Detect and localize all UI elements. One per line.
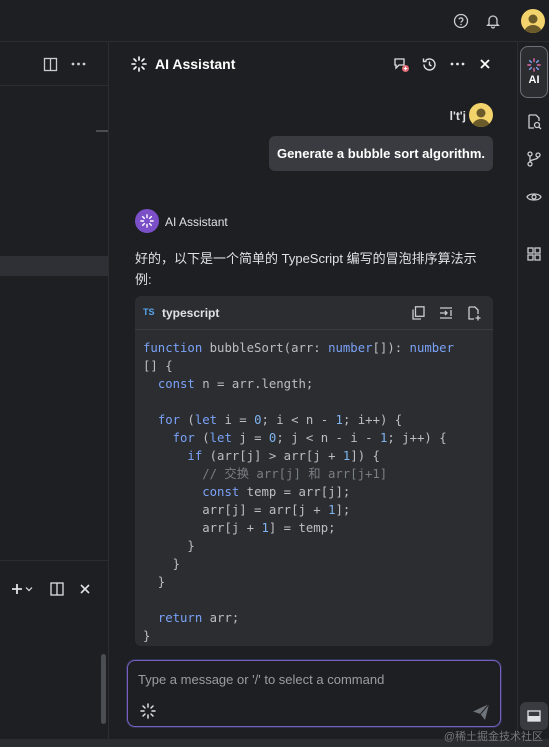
selected-row[interactable] (0, 256, 108, 276)
panel-title: AI Assistant (155, 56, 236, 72)
more-icon[interactable] (68, 54, 88, 74)
ai-sparkle-icon (140, 214, 154, 228)
tool-window-strip: AI (517, 42, 549, 747)
editor-pane (0, 42, 109, 747)
split-view-icon[interactable] (48, 579, 66, 599)
code-line: for (let i = 0; i < n - 1; i++) { (157, 413, 403, 427)
ai-sparkle-icon (527, 58, 541, 72)
user-avatar[interactable] (521, 9, 545, 33)
close-icon[interactable] (76, 579, 94, 599)
code-line: } (143, 629, 151, 643)
watermark: @稀土掘金技术社区 (443, 731, 543, 743)
typescript-badge-icon: TS (143, 307, 155, 317)
code-line: return arr; (157, 611, 240, 625)
git-branch-icon[interactable] (526, 151, 542, 167)
ai-avatar (135, 209, 159, 233)
code-line: function bubbleSort(arr: number[]): numb… (143, 341, 454, 355)
more-icon[interactable] (447, 54, 467, 74)
panel-header: AI Assistant (116, 42, 510, 86)
code-line: arr[j] = arr[j + 1]; (143, 503, 351, 517)
ai-tool-label: AI (528, 74, 540, 86)
scrollbar-vertical[interactable] (101, 654, 106, 724)
code-language: typescript (162, 306, 220, 320)
copy-icon[interactable] (410, 305, 426, 321)
file-search-icon[interactable] (526, 114, 542, 130)
terminal-icon[interactable] (520, 702, 548, 730)
code-content: function bubbleSort(arr: number[]): numb… (143, 339, 454, 645)
code-line: } (143, 575, 166, 589)
code-line: for (let j = 0; j < n - i - 1; j++) { (172, 431, 447, 445)
history-icon[interactable] (419, 54, 439, 74)
code-line: // 交换 arr[j] 和 arr[j+1] (143, 467, 388, 481)
user-message-bubble: Generate a bubble sort algorithm. (268, 136, 493, 171)
eye-icon[interactable] (526, 189, 542, 205)
ai-sparkle-icon[interactable] (140, 703, 156, 719)
code-line: const n = arr.length; (157, 377, 314, 391)
chevron-down-icon (25, 587, 33, 592)
user-avatar (469, 103, 493, 127)
add-dropdown-button[interactable] (8, 579, 36, 599)
ai-name: AI Assistant (165, 215, 228, 229)
code-line: } (143, 539, 195, 553)
chat-input-box (127, 660, 501, 727)
ai-tool-button[interactable]: AI (520, 46, 548, 98)
code-block-header: TS typescript (135, 296, 493, 330)
new-file-icon[interactable] (466, 305, 482, 321)
code-line: [] { (143, 359, 173, 373)
message-input[interactable] (138, 672, 458, 687)
add-icon (12, 584, 22, 594)
ai-response-text: 好的，以下是一个简单的 TypeScript 编写的冒泡排序算法示例: (135, 251, 477, 287)
divider (0, 560, 109, 561)
send-icon[interactable] (472, 703, 490, 721)
ai-assistant-panel: AI Assistant l't'j Generate a bubble sor… (116, 42, 510, 747)
code-line: } (143, 557, 181, 571)
code-line: arr[j + 1] = temp; (143, 521, 336, 535)
insert-icon[interactable] (438, 305, 454, 321)
user-name: l't'j (449, 109, 466, 123)
new-chat-icon[interactable] (391, 54, 411, 74)
code-line: if (arr[j] > arr[j + 1]) { (187, 449, 380, 463)
scrollbar-horizontal[interactable] (96, 130, 108, 132)
code-block: TS typescript function bubbleSort(arr: n… (135, 296, 493, 646)
bell-icon[interactable] (482, 10, 504, 32)
code-line: const temp = arr[j]; (202, 485, 351, 499)
close-icon[interactable] (475, 54, 495, 74)
ai-sparkle-icon (131, 56, 147, 72)
top-bar (0, 0, 549, 42)
editor-header (0, 42, 109, 86)
help-icon[interactable] (450, 10, 472, 32)
grid-icon[interactable] (526, 246, 542, 262)
split-view-icon[interactable] (40, 54, 60, 74)
